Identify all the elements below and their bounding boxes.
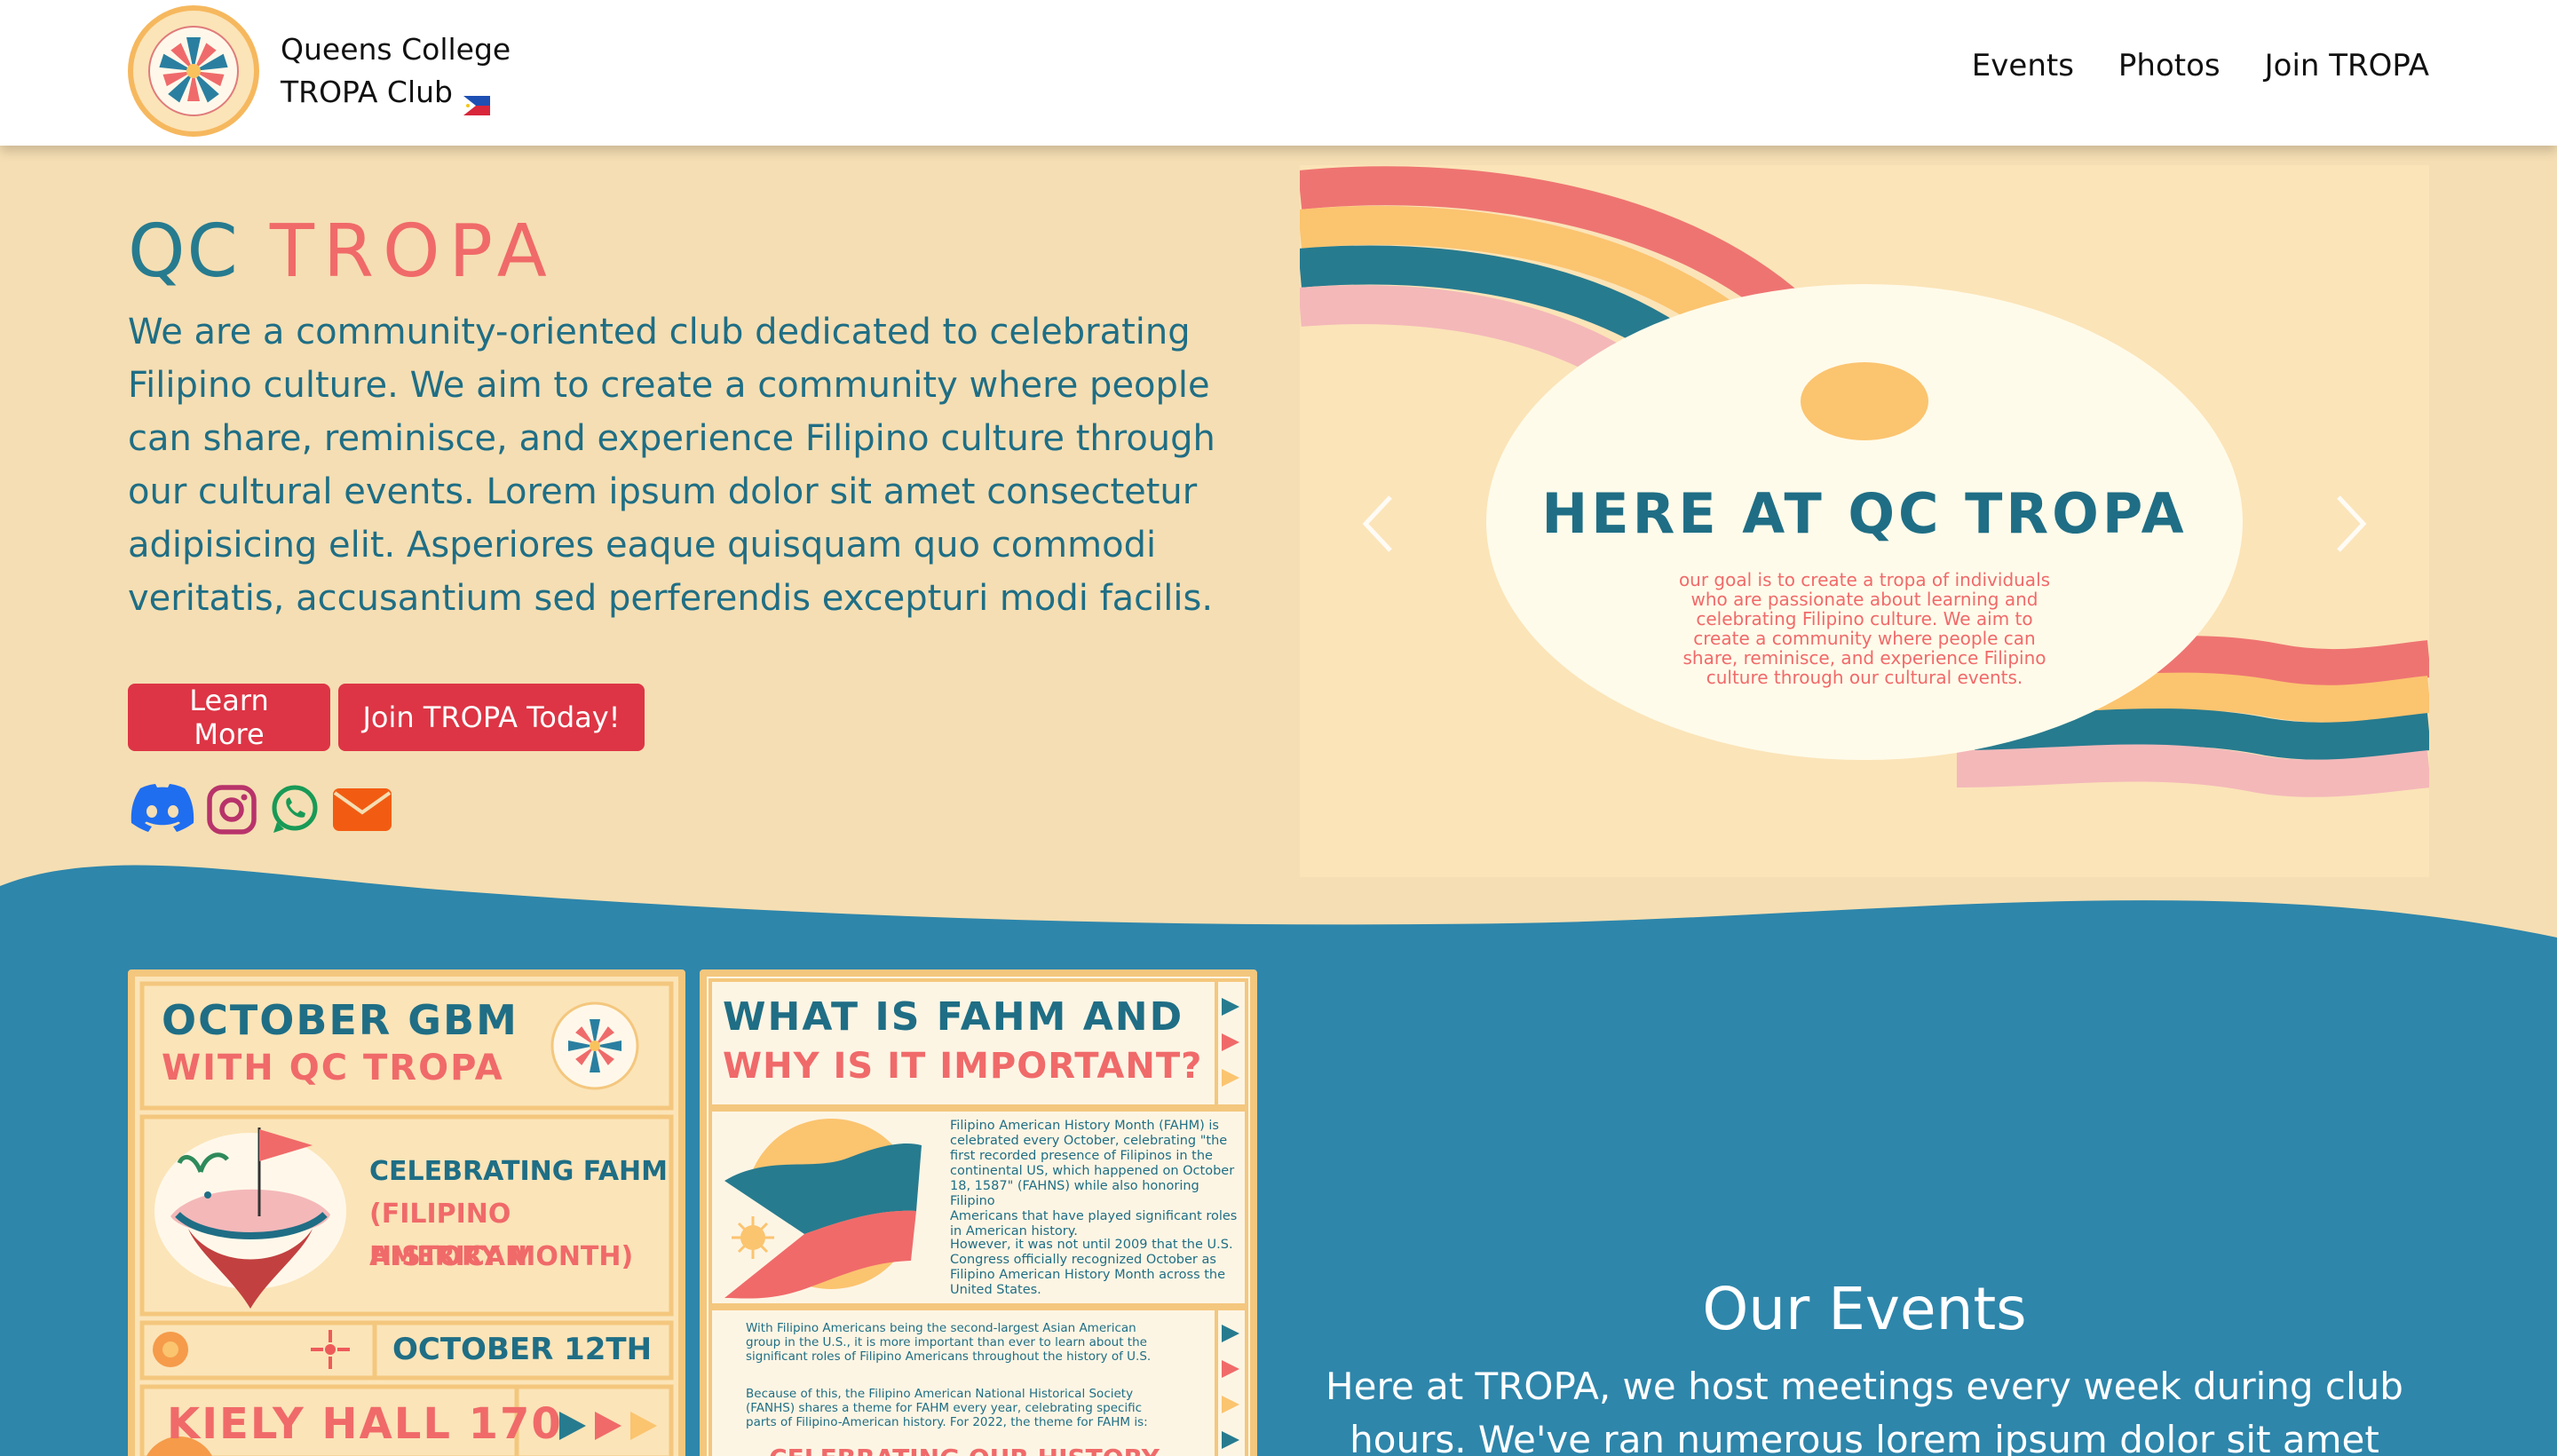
hero-title-tropa: TROPA bbox=[269, 210, 556, 294]
poster2-p3-line: significant roles of Filipino Americans … bbox=[746, 1349, 1152, 1364]
poster2-paragraph-1: Filipino American History Month (FAHM) i… bbox=[950, 1119, 1243, 1239]
poster1-title-line-2: WITH QC TROPA bbox=[162, 1048, 504, 1088]
social-links bbox=[130, 783, 392, 840]
hero-carousel[interactable]: HERE AT QC TROPA our goal is to create a… bbox=[1300, 165, 2429, 877]
poster2-paragraph-4: Because of this, the Filipino American N… bbox=[746, 1387, 1207, 1429]
carousel-body-line: celebrating Filipino culture. We aim to bbox=[1696, 608, 2033, 629]
carousel-heading: HERE AT QC TROPA bbox=[1541, 481, 2188, 546]
poster2-p1-line: celebrated every October, celebrating "t… bbox=[950, 1134, 1228, 1148]
poster2-p4-line: parts of Filipino-American history. For … bbox=[746, 1415, 1148, 1429]
instagram-icon[interactable] bbox=[206, 784, 257, 839]
poster2-p2-line: However, it was not until 2009 that the … bbox=[950, 1238, 1233, 1252]
poster2-title-line-1: WHAT IS FAHM AND bbox=[723, 994, 1184, 1040]
poster2-banner: CELEBRATING OUR HISTORY bbox=[760, 1444, 1168, 1456]
carousel-prev-icon[interactable] bbox=[1355, 488, 1408, 559]
poster2-p3-line: group in the U.S., it is more important … bbox=[746, 1335, 1147, 1349]
carousel-body-line: share, reminisce, and experience Filipin… bbox=[1682, 647, 2046, 669]
poster2-p2-line: Filipino American History Month across t… bbox=[950, 1268, 1226, 1282]
carousel-body: our goal is to create a tropa of individ… bbox=[1598, 570, 2131, 687]
hero-title: QC TROPA bbox=[128, 210, 556, 294]
poster2-p1-line: continental US, which happened on Octobe… bbox=[950, 1164, 1235, 1178]
poster1-title-line-1: OCTOBER GBM bbox=[162, 996, 519, 1044]
poster1-celebrating-line-3: HISTORY MONTH) bbox=[369, 1241, 634, 1272]
poster1-date: OCTOBER 12TH bbox=[392, 1332, 653, 1367]
carousel-body-line: create a community where people can bbox=[1693, 628, 2036, 649]
brand-line-2: TROPA Club bbox=[281, 75, 453, 109]
poster2-p1-line: Americans that have played significant r… bbox=[950, 1209, 1238, 1223]
brand[interactable]: Queens College TROPA Club bbox=[128, 5, 511, 137]
philippines-flag-icon bbox=[463, 84, 490, 115]
carousel-body-line: who are passionate about learning and bbox=[1690, 589, 2038, 610]
poster2-p3-line: With Filipino Americans being the second… bbox=[746, 1321, 1136, 1335]
poster2-paragraph-3: With Filipino Americans being the second… bbox=[746, 1321, 1207, 1364]
whatsapp-icon[interactable] bbox=[268, 783, 321, 840]
navbar: Queens College TROPA Club Events Photos … bbox=[0, 0, 2557, 146]
poster2-title-line-2: WHY IS IT IMPORTANT? bbox=[723, 1046, 1203, 1087]
carousel-next-icon[interactable] bbox=[2321, 488, 2374, 559]
nav-links: Events Photos Join TROPA bbox=[1972, 48, 2429, 83]
event-poster-what-is-fahm[interactable]: WHAT IS FAHM AND WHY IS IT IMPORTANT? Fi… bbox=[700, 969, 1257, 1456]
join-tropa-today-button[interactable]: Join TROPA Today! bbox=[338, 684, 645, 751]
poster2-p1-line: Filipino American History Month (FAHM) i… bbox=[950, 1119, 1219, 1133]
carousel-body-line: our goal is to create a tropa of individ… bbox=[1678, 569, 2051, 590]
nav-link-events[interactable]: Events bbox=[1972, 48, 2074, 83]
brand-line-1: Queens College bbox=[281, 32, 511, 67]
discord-icon[interactable] bbox=[130, 784, 195, 839]
poster1-location: KIELY HALL 170 bbox=[167, 1399, 563, 1449]
poster2-p1-line: first recorded presence of Filipinos in … bbox=[950, 1149, 1213, 1163]
poster2-paragraph-2: However, it was not until 2009 that the … bbox=[950, 1238, 1243, 1298]
poster2-p2-line: Congress officially recognized October a… bbox=[950, 1253, 1216, 1267]
carousel-body-line: culture through our cultural events. bbox=[1706, 667, 2023, 688]
our-events-heading: Our Events bbox=[1702, 1275, 2027, 1343]
event-poster-october-gbm[interactable]: OCTOBER GBM WITH QC TROPA CELEBRATING FA… bbox=[128, 969, 685, 1456]
nav-link-join[interactable]: Join TROPA bbox=[2265, 48, 2429, 83]
philippine-flag-illustration bbox=[724, 1143, 922, 1299]
hero-description: We are a community-oriented club dedicat… bbox=[128, 312, 1215, 619]
envelope-icon[interactable] bbox=[332, 786, 392, 837]
brand-text: Queens College TROPA Club bbox=[281, 28, 511, 115]
poster2-p4-line: (FANHS) shares a theme for FAHM every ye… bbox=[746, 1401, 1143, 1415]
tropa-logo bbox=[128, 5, 259, 137]
poster2-p4-line: Because of this, the Filipino American N… bbox=[746, 1387, 1134, 1401]
nav-link-photos[interactable]: Photos bbox=[2118, 48, 2221, 83]
hero-title-qc: QC bbox=[128, 210, 240, 294]
poster2-p2-line: United States. bbox=[950, 1283, 1041, 1297]
poster2-p1-line: 18, 1587" (FAHNS) while also honoring Fi… bbox=[950, 1179, 1199, 1208]
our-events-description: Here at TROPA, we host meetings every we… bbox=[1326, 1365, 2403, 1456]
poster1-celebrating-line-1: CELEBRATING FAHM bbox=[369, 1156, 669, 1187]
learn-more-button[interactable]: Learn More bbox=[128, 684, 330, 751]
